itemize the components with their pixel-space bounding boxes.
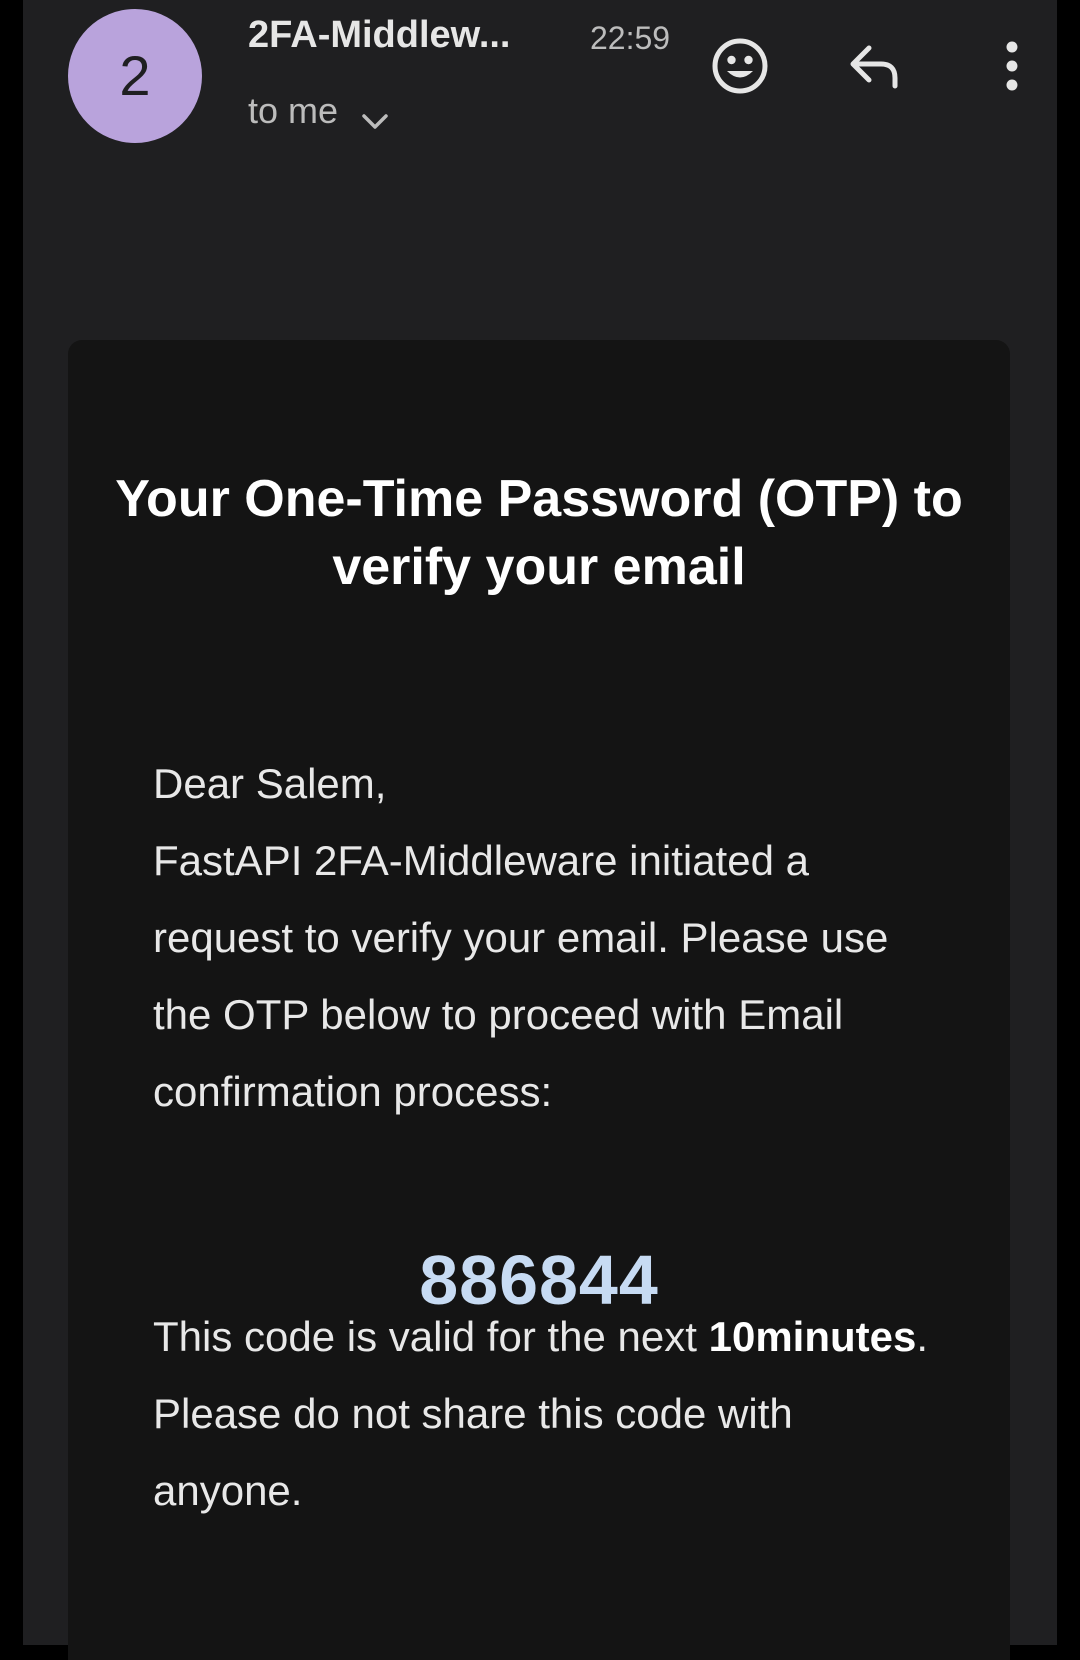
email-time: 22:59	[590, 20, 671, 56]
sender-avatar[interactable]: 2	[68, 9, 202, 143]
reply-icon	[850, 45, 898, 89]
email-body-card: Your One-Time Password (OTP) to verify y…	[68, 340, 1010, 1660]
sender-name[interactable]: 2FA-Middlew...	[248, 14, 511, 57]
recipient-toggle[interactable]: to me	[248, 90, 390, 132]
email-body-text: FastAPI 2FA-Middleware initiated a reque…	[153, 837, 889, 1115]
validity-duration: 10minutes	[708, 1313, 917, 1360]
validity-prefix: This code is valid for the next	[153, 1313, 709, 1360]
email-greeting: Dear Salem,	[153, 760, 387, 807]
validity-notice: This code is valid for the next 10minute…	[153, 1298, 943, 1529]
reply-button[interactable]	[843, 34, 907, 98]
chevron-down-icon	[360, 100, 390, 129]
emoji-reaction-button[interactable]	[708, 34, 772, 98]
email-title: Your One-Time Password (OTP) to verify y…	[115, 470, 963, 596]
email-view: 2 2FA-Middlew... 22:59 to me Your One-Ti…	[23, 0, 1057, 1660]
recipient-label: to me	[248, 90, 339, 131]
more-options-button[interactable]	[980, 34, 1044, 98]
more-vertical-icon	[1006, 41, 1018, 91]
emoji-reaction-icon	[712, 38, 768, 94]
